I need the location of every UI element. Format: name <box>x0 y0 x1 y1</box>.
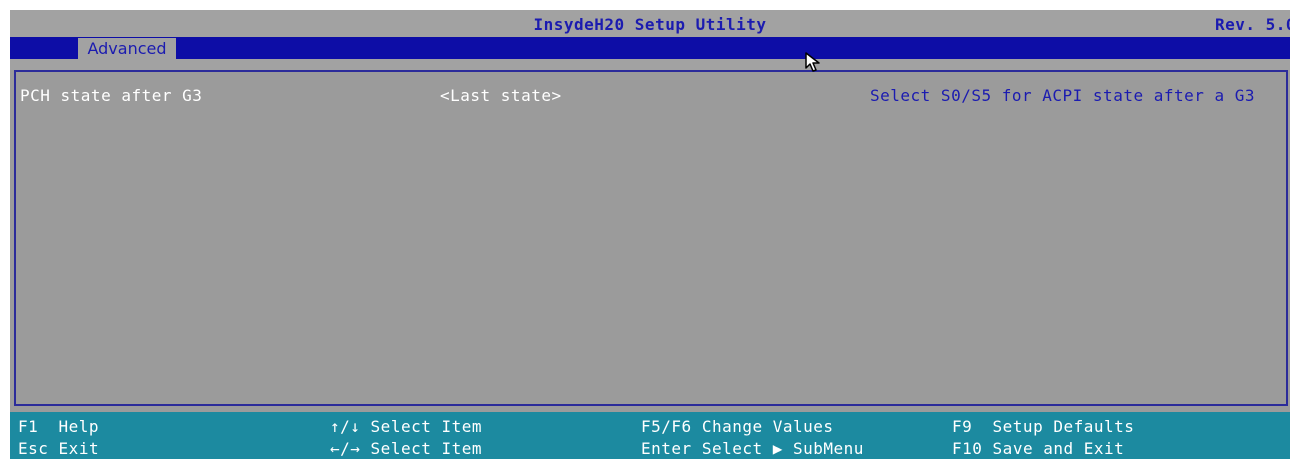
help-panel: Select S0/S5 for ACPI state after a G3 <box>866 70 1288 406</box>
title-bar: InsydeH20 Setup Utility Rev. 5.0 <box>10 10 1290 37</box>
footer-key: ↑/↓ <box>330 417 361 436</box>
footer-key: Esc <box>18 439 49 458</box>
footer-desc: Setup Defaults <box>992 417 1135 436</box>
footer-key-change-values: F5/F6 Change Values <box>641 417 834 436</box>
utility-title: InsydeH20 Setup Utility <box>533 15 767 34</box>
footer-key-help: F1 Help <box>18 417 99 436</box>
footer-key: F1 <box>18 417 39 436</box>
footer-desc: Select Item <box>370 439 483 458</box>
footer-desc: Select Item <box>370 417 483 436</box>
footer-key-select-item-vertical: ↑/↓ Select Item <box>330 417 482 436</box>
help-text: Select S0/S5 for ACPI state after a G3 <box>870 86 1256 105</box>
footer-key: F9 <box>952 417 973 436</box>
settings-panel: PCH state after G3 <Last state> <box>14 70 868 406</box>
footer-key-exit: Esc Exit <box>18 439 99 458</box>
footer-keybar: F1 Help Esc Exit ↑/↓ Select Item ←/→ Sel… <box>10 412 1290 459</box>
tab-advanced[interactable]: Advanced <box>78 38 176 59</box>
revision-label: Rev. 5.0 <box>1214 15 1290 34</box>
footer-key: F5/F6 <box>641 417 692 436</box>
footer-key-select-item-horizontal: ←/→ Select Item <box>330 439 482 458</box>
footer-desc: Select ▶ SubMenu <box>701 439 864 458</box>
footer-key: ←/→ <box>330 439 361 458</box>
mouse-pointer-icon <box>805 52 820 72</box>
footer-desc: Change Values <box>701 417 834 436</box>
tab-bar: Advanced <box>10 37 1290 59</box>
setting-label-pch-state[interactable]: PCH state after G3 <box>20 86 202 105</box>
footer-key-enter-submenu: Enter Select ▶ SubMenu <box>641 439 864 458</box>
footer-key: Enter <box>641 439 692 458</box>
footer-key: F10 <box>952 439 983 458</box>
footer-key-setup-defaults: F9 Setup Defaults <box>952 417 1134 436</box>
tab-separator <box>10 59 1290 70</box>
footer-key-save-exit: F10 Save and Exit <box>952 439 1124 458</box>
footer-desc: Save and Exit <box>992 439 1125 458</box>
footer-desc: Exit <box>58 439 100 458</box>
main-area: PCH state after G3 <Last state> Select S… <box>10 70 1290 412</box>
footer-desc: Help <box>58 417 100 436</box>
setting-value-pch-state[interactable]: <Last state> <box>440 86 562 105</box>
bios-screen: InsydeH20 Setup Utility Rev. 5.0 Advance… <box>10 10 1290 459</box>
